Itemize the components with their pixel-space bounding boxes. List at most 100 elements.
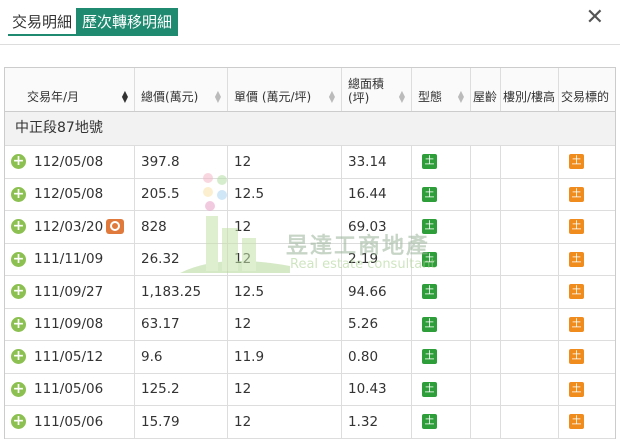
unit-price-cell: 12 [228, 146, 342, 178]
column-header-area[interactable]: 總面積 (坪) ▲ ▼ [342, 68, 412, 111]
total-price-cell: 397.8 [135, 146, 228, 178]
tab-bar: 交易明細 歷次轉移明細 [8, 8, 179, 36]
floor-cell [501, 146, 559, 178]
target-cell: 土 [559, 179, 615, 211]
date-cell: +112/05/08 [5, 178, 135, 210]
target-cell: 土 [559, 309, 615, 341]
total-price-cell: 15.79 [135, 406, 228, 438]
column-header-type[interactable]: 型態 ▲ ▼ [412, 68, 471, 111]
floor-cell [501, 178, 559, 210]
target-cell: 土 [559, 244, 615, 276]
area-cell: 33.14 [342, 146, 412, 178]
area-cell: 10.43 [342, 373, 412, 405]
close-icon[interactable]: ✕ [586, 6, 604, 30]
table-row[interactable]: +112/05/08 397.8 12 33.14 土土 [5, 146, 615, 179]
table-row[interactable]: +112/03/20 828 12 69.03 土土 [5, 211, 615, 244]
land-type-badge: 土 [422, 381, 437, 397]
area-header-label: 總面積 (坪) [348, 77, 385, 105]
date-value: 112/05/08 [34, 186, 104, 203]
target-cell: 土 [559, 276, 615, 308]
land-type-badge: 土 [422, 414, 437, 430]
date-value: 111/09/08 [34, 316, 104, 333]
type-cell: 土 [412, 146, 471, 178]
date-cell: +111/05/06 [5, 373, 135, 405]
floor-cell [501, 243, 559, 275]
divider [0, 44, 620, 45]
expand-plus-icon[interactable]: + [11, 284, 26, 300]
date-value: 112/05/08 [34, 153, 104, 170]
unit-price-cell: 12.5 [228, 178, 342, 210]
type-cell: 土 [412, 178, 471, 210]
land-target-badge: 土 [569, 219, 584, 235]
age-cell [471, 178, 501, 210]
date-value: 111/05/06 [34, 413, 104, 430]
table-row[interactable]: +112/05/08 205.5 12.5 16.44 土土 [5, 178, 615, 211]
age-cell [471, 406, 501, 438]
expand-plus-icon[interactable]: + [11, 316, 26, 332]
target-cell: 土 [559, 341, 615, 373]
column-header-total-price[interactable]: 總價(萬元) ▲ ▼ [135, 68, 228, 111]
expand-plus-icon[interactable]: + [11, 414, 26, 430]
age-cell [471, 373, 501, 405]
date-cell: +112/05/08 [5, 146, 135, 178]
land-target-badge: 土 [569, 316, 584, 332]
sort-icon: ▲ ▼ [328, 89, 335, 104]
total-price-cell: 828 [135, 211, 228, 243]
total-price-cell: 26.32 [135, 243, 228, 275]
table-row[interactable]: +111/11/09 26.32 12 2.19 土土 [5, 243, 615, 276]
table-row[interactable]: +111/05/06 15.79 12 1.32 土土 [5, 406, 615, 439]
date-value: 112/03/20 [34, 218, 104, 235]
column-header-date[interactable]: 交易年/月 ▲ ▼ [5, 68, 135, 111]
table-row[interactable]: +111/05/12 9.6 11.9 0.80 土土 [5, 341, 615, 374]
land-type-badge: 土 [422, 251, 437, 267]
expand-plus-icon[interactable]: + [11, 154, 26, 170]
expand-plus-icon[interactable]: + [11, 186, 26, 202]
land-type-badge: 土 [422, 219, 437, 235]
tab-transaction-details[interactable]: 交易明細 [8, 8, 77, 36]
type-cell: 土 [412, 308, 471, 340]
table-row[interactable]: +111/05/06 125.2 12 10.43 土土 [5, 373, 615, 406]
date-value: 111/09/27 [34, 283, 104, 300]
unit-price-cell: 12 [228, 308, 342, 340]
floor-cell [501, 276, 559, 308]
age-cell [471, 146, 501, 178]
tab-transfer-history[interactable]: 歷次轉移明細 [76, 8, 179, 36]
table-row[interactable]: +111/09/27 1,183.25 12.5 94.66 土土 [5, 276, 615, 309]
column-header-age: 屋齡 [471, 68, 501, 111]
land-type-badge: 土 [422, 284, 437, 300]
land-type-badge: 土 [422, 154, 437, 170]
expand-plus-icon[interactable]: + [11, 381, 26, 397]
age-cell [471, 211, 501, 243]
expand-plus-icon[interactable]: + [11, 349, 26, 365]
date-value: 111/11/09 [34, 251, 104, 268]
type-cell: 土 [412, 341, 471, 373]
unit-price-cell: 12 [228, 406, 342, 438]
age-cell [471, 276, 501, 308]
table-row[interactable]: +111/09/08 63.17 12 5.26 土土 [5, 308, 615, 341]
expand-plus-icon[interactable]: + [11, 251, 26, 267]
date-cell: +111/05/12 [5, 341, 135, 373]
floor-cell [501, 211, 559, 243]
transfer-table: 交易年/月 ▲ ▼ 總價(萬元) ▲ ▼ 單價 (萬元/坪) ▲ ▼ 總面積 (坪) ▲ ▼ 型… [4, 67, 616, 439]
expand-plus-icon[interactable]: + [11, 219, 26, 235]
total-price-cell: 1,183.25 [135, 276, 228, 308]
sort-icon: ▲ ▼ [214, 89, 221, 104]
unit-price-cell: 12.5 [228, 276, 342, 308]
target-cell: 土 [559, 374, 615, 406]
age-cell [471, 243, 501, 275]
group-header: 中正段87地號 [5, 112, 615, 146]
land-target-badge: 土 [569, 251, 584, 267]
unit-price-cell: 12 [228, 211, 342, 243]
search-icon[interactable] [106, 219, 125, 235]
total-price-cell: 205.5 [135, 178, 228, 210]
sort-icon: ▲ ▼ [457, 89, 464, 104]
date-cell: +111/11/09 [5, 243, 135, 275]
area-cell: 1.32 [342, 406, 412, 438]
column-header-floor: 樓別/樓高 [501, 68, 559, 111]
date-value: 111/05/12 [34, 348, 104, 365]
total-price-cell: 125.2 [135, 373, 228, 405]
floor-cell [501, 308, 559, 340]
sort-icon: ▲ ▼ [121, 89, 128, 104]
land-target-badge: 土 [569, 381, 584, 397]
column-header-unit-price[interactable]: 單價 (萬元/坪) ▲ ▼ [228, 68, 342, 111]
